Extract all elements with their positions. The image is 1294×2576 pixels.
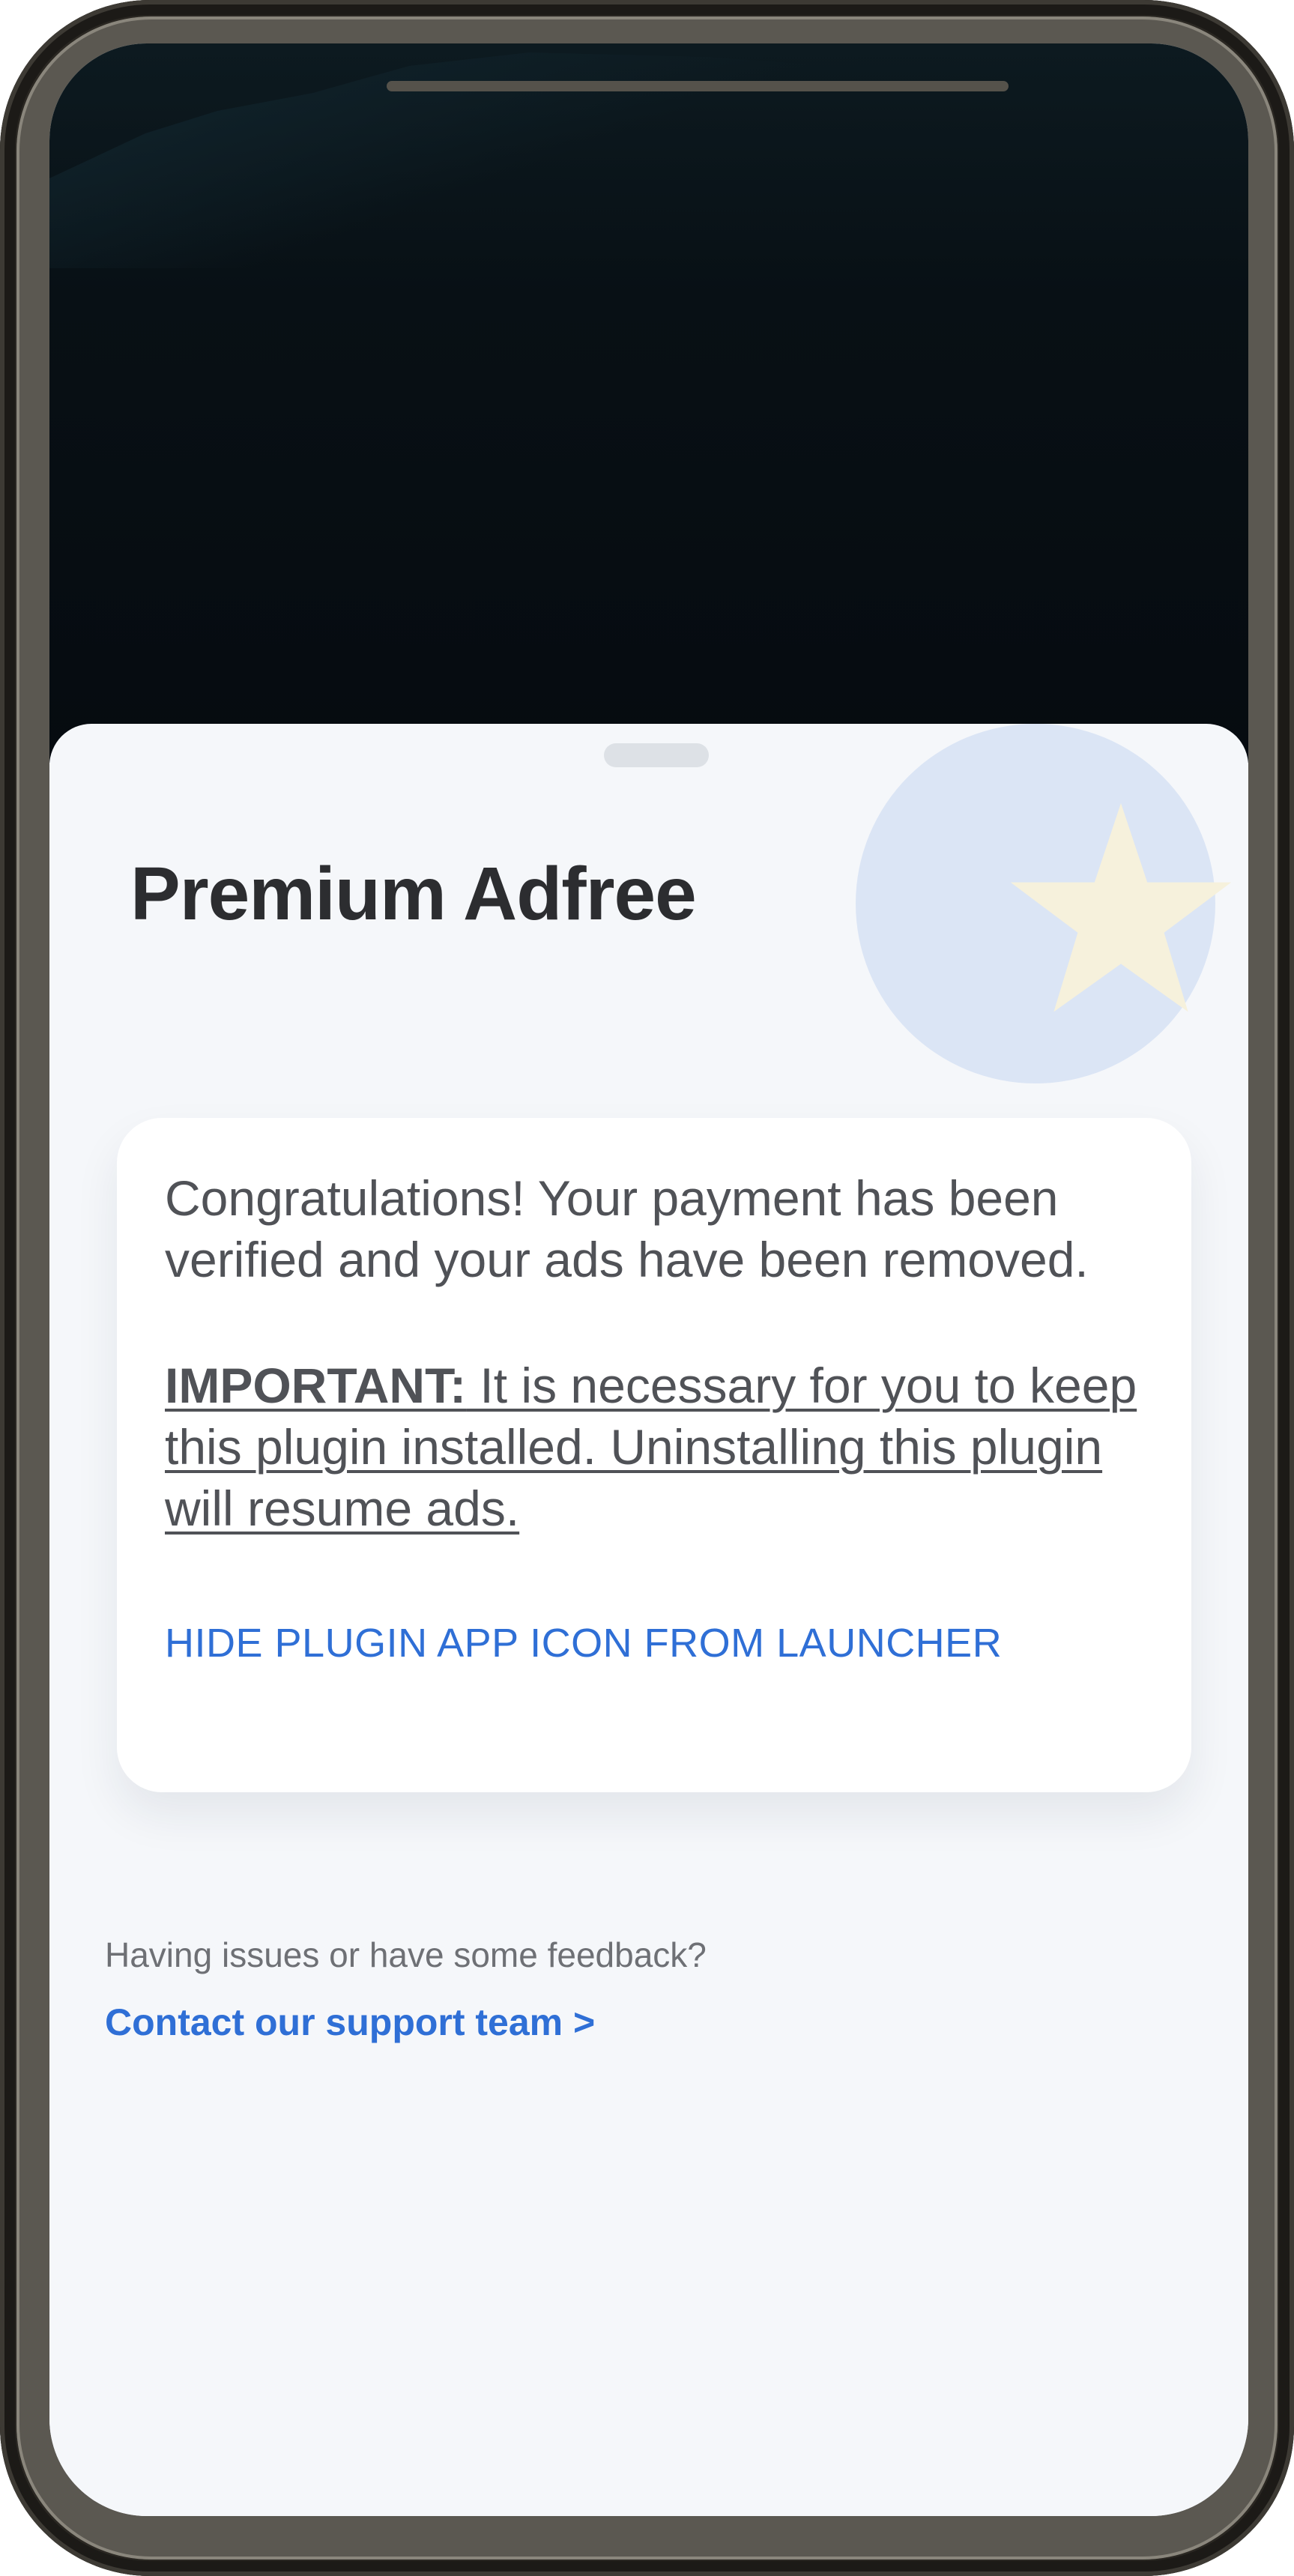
important-notice: IMPORTANT: It is necessary for you to ke…: [165, 1355, 1169, 1539]
feedback-prompt: Having issues or have some feedback?: [105, 1935, 707, 1974]
important-label: IMPORTANT:: [165, 1358, 467, 1413]
bottom-sheet: Premium Adfree Congratulations! Your pay…: [49, 724, 1248, 2516]
hide-app-icon-button[interactable]: HIDE PLUGIN APP ICON FROM LAUNCHER: [165, 1620, 1002, 1666]
drag-handle[interactable]: [604, 743, 709, 767]
background-landscape: [49, 52, 1248, 268]
screen: Premium Adfree Congratulations! Your pay…: [49, 43, 1248, 2516]
dimmed-background[interactable]: [49, 43, 1248, 763]
sheet-title: Premium Adfree: [130, 852, 697, 936]
confirmation-message: Congratulations! Your payment has been v…: [165, 1170, 1089, 1287]
top-notch: [387, 81, 1009, 91]
star-badge-icon: [1010, 803, 1232, 1012]
contact-support-link[interactable]: Contact our support team >: [105, 2001, 595, 2044]
confirmation-card: Congratulations! Your payment has been v…: [117, 1118, 1191, 1792]
